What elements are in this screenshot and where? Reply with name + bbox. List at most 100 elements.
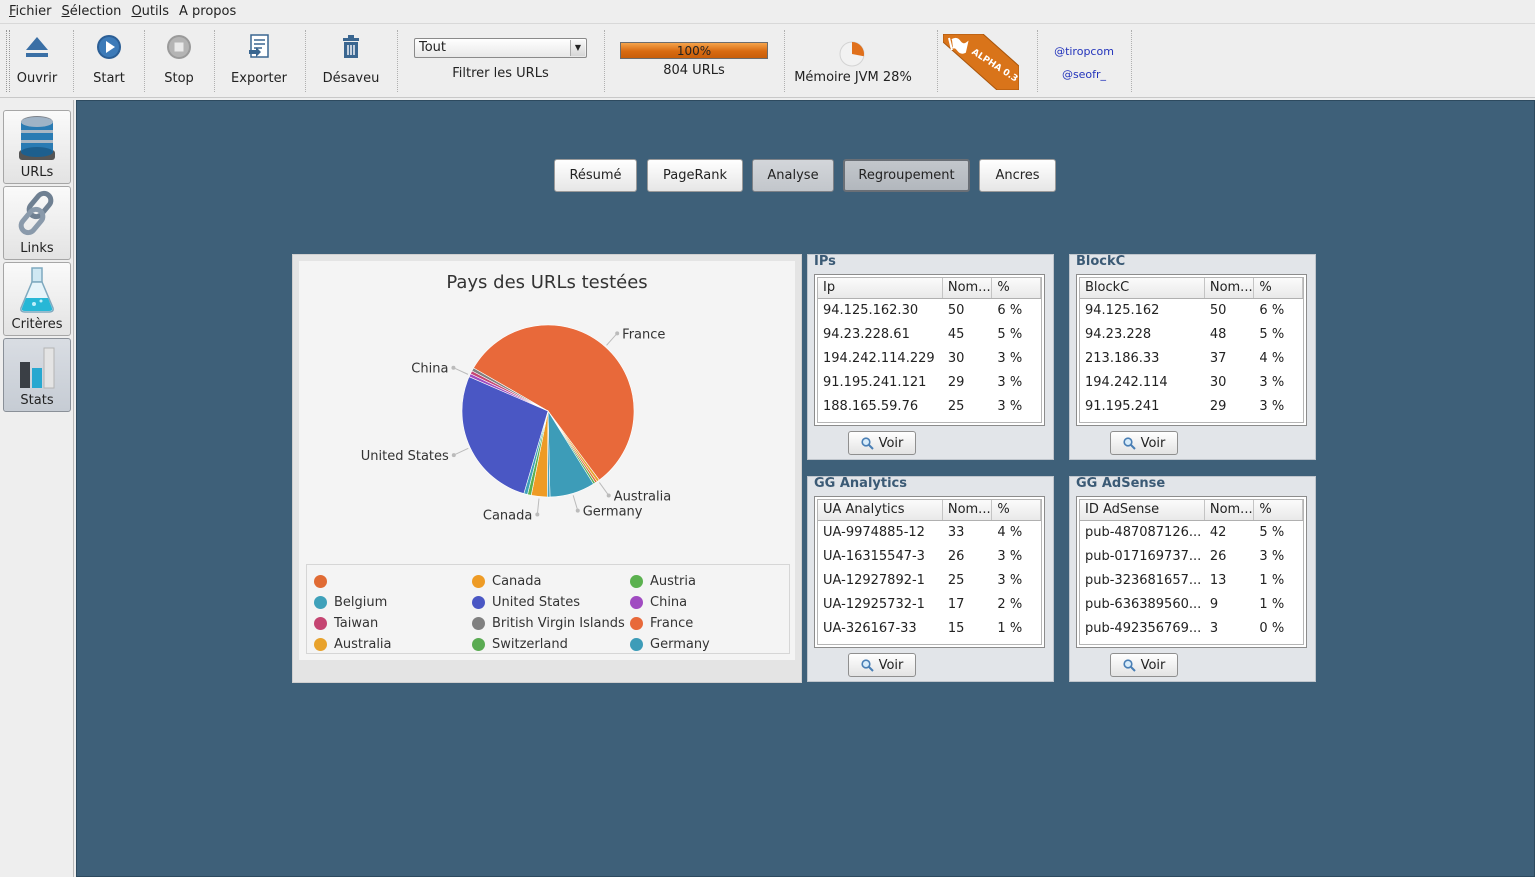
table-row[interactable]: 188.165.59.76 25 3 % [818, 395, 1041, 419]
table-row[interactable]: pub-492356769... 3 0 % [1080, 617, 1303, 641]
voir-label: Voir [1140, 435, 1166, 451]
voir-button[interactable]: Voir [848, 431, 916, 455]
table-cell: 50 [947, 303, 965, 318]
column-header[interactable]: Nom... [943, 500, 993, 520]
side-tab-label: URLs [20, 165, 54, 180]
twitter-link-seofr[interactable]: @seofr_ [1040, 63, 1128, 86]
stop-icon [165, 33, 193, 61]
table-cell: 6 % [1259, 303, 1285, 318]
side-tab-urls[interactable]: URLs [3, 110, 71, 184]
legend-label: Austria [650, 573, 696, 589]
twitter-link-tiropcom[interactable]: @tiropcom [1040, 40, 1128, 63]
column-header[interactable]: Nom... [1205, 278, 1255, 298]
table-row[interactable]: 91.195.241 29 3 % [1080, 395, 1303, 419]
table-row[interactable]: 94.23.228.61 45 5 % [818, 323, 1041, 347]
table-row[interactable]: 94.23.228 48 5 % [1080, 323, 1303, 347]
stop-button[interactable]: Stop [156, 30, 202, 90]
url-filter-select[interactable]: Tout ▼ [414, 38, 587, 58]
column-header[interactable]: Nom... [1205, 500, 1255, 520]
start-button[interactable]: Start [86, 30, 132, 90]
table-row[interactable]: pub-323681657... 13 1 % [1080, 569, 1303, 593]
table-row[interactable]: 91.195.241.121 29 3 % [818, 371, 1041, 395]
table-row[interactable]: 194.242.114 30 3 % [1080, 371, 1303, 395]
start-label: Start [93, 71, 125, 86]
table-row[interactable]: UA-9974885-12 33 4 % [818, 521, 1041, 545]
voir-button[interactable]: Voir [848, 653, 916, 677]
menu-label: élection [69, 4, 122, 19]
side-tab-stats[interactable]: Stats [3, 338, 71, 412]
column-header[interactable]: BlockC [1080, 278, 1205, 298]
voir-button[interactable]: Voir [1110, 653, 1178, 677]
column-header[interactable]: % [992, 500, 1041, 520]
table-header: ID AdSense Nom...% [1080, 500, 1303, 521]
voir-label: Voir [878, 657, 904, 673]
column-header[interactable]: UA Analytics [818, 500, 943, 520]
legend-swatch [630, 595, 643, 609]
table-row[interactable]: pub-487087126... 42 5 % [1080, 521, 1303, 545]
legend-item: Austria [630, 572, 696, 590]
legend-item [314, 572, 334, 590]
menu-label: ichier [15, 4, 52, 19]
ips-panel: IPs Ip Nom...% 94.125.162.30 50 6 % 94.23.228.… [807, 254, 1054, 460]
data-table[interactable]: Ip Nom...% 94.125.162.30 50 6 % 94.23.228.61 4… [814, 274, 1045, 426]
memory-label: Mémoire JVM 28% [794, 70, 912, 85]
legend-label: Canada [492, 573, 542, 589]
tab-pagerank[interactable]: PageRank [647, 159, 743, 192]
tab-ancres[interactable]: Ancres [979, 159, 1056, 192]
alpha-version-badge: ALPHA 0.3 [943, 34, 1019, 90]
data-table[interactable]: UA Analytics Nom...% UA-9974885-12 33 4 % UA-… [814, 496, 1045, 648]
table-row[interactable]: UA-12927892-1 25 3 % [818, 569, 1041, 593]
chart-area: Pays des URLs testées France Australia Ger… [299, 261, 795, 660]
column-header[interactable]: Nom... [943, 278, 993, 298]
open-label: Ouvrir [16, 71, 58, 86]
column-header[interactable]: ID AdSense [1080, 500, 1205, 520]
separator [937, 30, 938, 92]
data-table[interactable]: ID AdSense Nom...% pub-487087126... 42 5 % pu… [1076, 496, 1307, 648]
menu-outils[interactable]: Outils [126, 4, 174, 19]
table-row[interactable]: 94.125.162 50 6 % [1080, 299, 1303, 323]
table-row[interactable]: 194.242.114.229 30 3 % [818, 347, 1041, 371]
table-cell: pub-017169737... [1085, 549, 1202, 564]
side-tab-criteres[interactable]: Critères [3, 262, 71, 336]
voir-label: Voir [878, 435, 904, 451]
table-row[interactable]: UA-326167-33 15 1 % [818, 617, 1041, 641]
side-tab-links[interactable]: Links [3, 186, 71, 260]
table-cell: 3 % [997, 573, 1023, 588]
table-row[interactable]: 213.186.33 37 4 % [1080, 347, 1303, 371]
menu-selection[interactable]: Sélection [57, 4, 127, 19]
table-row[interactable]: 94.125.162.30 50 6 % [818, 299, 1041, 323]
callout-dot [606, 493, 611, 498]
gg-analytics-panel: GG Analytics UA Analytics Nom...% UA-997488… [807, 476, 1054, 682]
tab-analyse[interactable]: Analyse [752, 159, 834, 192]
legend-label: China [650, 594, 688, 610]
voir-button[interactable]: Voir [1110, 431, 1178, 455]
tab-resume[interactable]: Résumé [554, 159, 637, 192]
column-header[interactable]: % [992, 278, 1041, 298]
menu-apropos[interactable]: A propos [174, 4, 241, 19]
table-cell: 48 [1209, 327, 1227, 342]
table-row[interactable]: UA-16315547-3 26 3 % [818, 545, 1041, 569]
legend-swatch [630, 616, 643, 630]
separator [144, 30, 145, 92]
export-button[interactable]: Exporter [226, 30, 292, 90]
table-row[interactable]: UA-12925732-1 17 2 % [818, 593, 1041, 617]
tab-label: Analyse [767, 168, 819, 183]
legend-item: Switzerland [472, 635, 568, 653]
trash-icon [337, 33, 365, 61]
table-cell: 29 [1209, 399, 1227, 414]
table-cell: pub-492356769... [1085, 621, 1202, 636]
column-header[interactable]: Ip [818, 278, 943, 298]
menu-fichier[interactable]: Fichier [4, 4, 57, 19]
tab-regroupement[interactable]: Regroupement [843, 159, 970, 192]
table-row[interactable]: pub-636389560... 9 1 % [1080, 593, 1303, 617]
column-header[interactable]: % [1254, 278, 1303, 298]
data-table[interactable]: BlockC Nom...% 94.125.162 50 6 % 94.23.228 48 5… [1076, 274, 1307, 426]
pie-chart: France AustraliaGermany Canada United State… [361, 324, 671, 523]
disavow-button[interactable]: Désaveu [318, 30, 384, 90]
database-icon [15, 113, 59, 163]
table-row[interactable]: pub-017169737... 26 3 % [1080, 545, 1303, 569]
chevron-down-icon[interactable]: ▼ [570, 40, 585, 56]
open-button[interactable]: Ouvrir [14, 30, 60, 90]
column-header[interactable]: % [1254, 500, 1303, 520]
toolbar-grip[interactable] [6, 30, 10, 92]
